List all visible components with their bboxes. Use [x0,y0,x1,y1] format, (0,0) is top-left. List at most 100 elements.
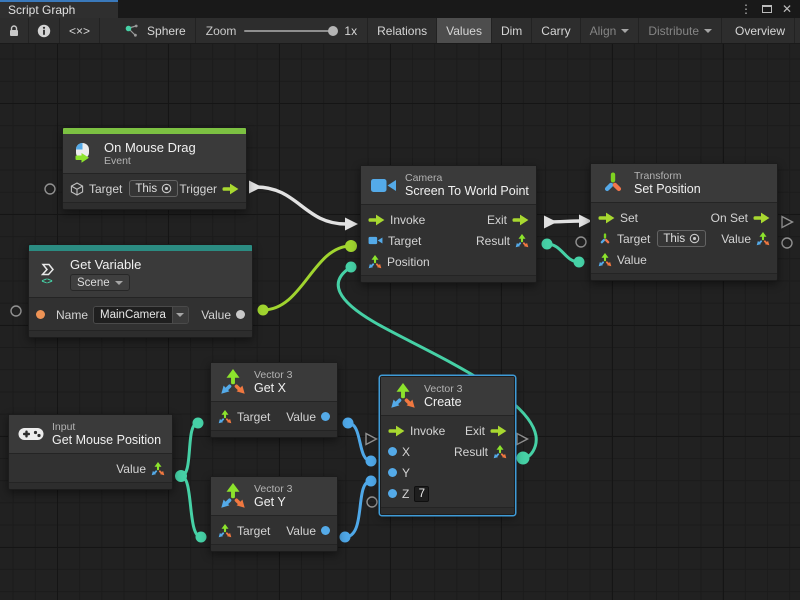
port-value-out-label: Value [721,232,751,246]
port-result-label: Result [454,445,488,459]
node-get-x[interactable]: Vector 3 Get X Target Value [210,362,338,438]
target-this-chip[interactable]: This [657,230,706,247]
graph-name: Sphere [147,24,186,38]
window-menu-icon[interactable]: ⋮ [740,3,752,15]
flow-port-icon[interactable] [490,425,507,437]
vector3-icon [390,383,416,409]
y-port[interactable] [388,468,397,477]
toolbar-button-overview[interactable]: Overview [726,18,795,43]
variable-name-dropdown[interactable]: MainCamera [93,306,189,324]
vector3-port-icon[interactable] [368,255,382,269]
port-target-label: Target [617,232,650,246]
zoom-label: Zoom [206,24,237,38]
z-port[interactable] [388,489,397,498]
tab-script-graph[interactable]: Script Graph [0,0,118,18]
info-button[interactable] [29,18,60,43]
button-label: Align [590,24,617,38]
graph-toolbar: <×> Sphere Zoom 1x Relations Values Dim … [0,18,800,44]
x-port[interactable] [388,447,397,456]
port-name-label: Name [56,308,88,322]
name-port[interactable] [36,310,45,319]
transform-icon [600,170,626,196]
flow-port-icon[interactable] [598,212,615,224]
node-get-mouse-position[interactable]: Input Get Mouse Position Value [8,414,173,490]
transform-port-icon[interactable] [598,232,612,246]
vector3-port-icon[interactable] [218,410,232,424]
vector3-port-icon[interactable] [515,234,529,248]
node-header: Input Get Mouse Position [9,415,172,454]
vector3-icon [220,483,246,509]
zoom-value: 1x [344,24,357,38]
lock-button[interactable] [0,18,29,43]
vector3-port-icon[interactable] [493,445,507,459]
node-title: Get Y [254,495,293,509]
vector3-port-icon[interactable] [756,232,770,246]
value-port[interactable] [236,310,245,319]
node-category: Camera [405,172,529,184]
dropdown-button[interactable] [172,307,188,323]
title-bar: Script Graph ⋮ ✕ [0,0,800,18]
tab-label: Script Graph [8,3,75,17]
port-value-label: Value [286,410,316,424]
chip-label: This [663,233,685,245]
toolbar-button-carry[interactable]: Carry [532,18,580,43]
node-get-variable[interactable]: <> Get Variable Scene Name MainCamera Va… [28,244,253,338]
node-footer [381,507,514,514]
button-label: Relations [377,24,427,38]
zoom-control: Zoom 1x [196,18,368,43]
maximize-icon[interactable] [762,5,772,13]
close-icon[interactable]: ✕ [782,3,792,15]
zoom-slider-knob[interactable] [328,26,338,36]
node-screen-to-world-point[interactable]: Camera Screen To World Point Invoke Exit… [360,165,537,283]
chevron-down-icon [115,281,123,289]
vector3-port-icon[interactable] [598,253,612,267]
variable-icon: <> [38,262,62,286]
toolbar-button-distribute[interactable]: Distribute [639,18,722,43]
port-value-label: Value [201,308,231,322]
port-target-label: Target [89,182,122,196]
port-z-label: Z [402,487,409,501]
z-value-input[interactable]: 7 [414,486,429,502]
lock-icon [8,24,20,38]
node-get-y[interactable]: Vector 3 Get Y Target Value [210,476,338,552]
value-port[interactable] [321,526,330,535]
variable-scope-dropdown[interactable]: Scene [70,274,130,291]
node-on-mouse-drag[interactable]: On Mouse Drag Event Target This Trigger [62,127,247,210]
flow-port-icon[interactable] [512,214,529,226]
value-port[interactable] [321,412,330,421]
node-header: Transform Set Position [591,164,777,203]
mouse-drag-icon [72,142,96,166]
node-category: Input [52,421,161,433]
flow-port-icon[interactable] [753,212,770,224]
flow-port-icon[interactable] [388,425,405,437]
node-footer [9,482,172,489]
target-this-chip[interactable]: This [129,180,178,197]
node-subtitle: Event [104,155,196,167]
node-footer [211,430,337,437]
camera-icon [370,176,397,195]
code-view-button[interactable]: <×> [60,18,100,43]
vector3-port-icon[interactable] [218,524,232,538]
vector3-port-icon[interactable] [151,462,165,476]
button-label: Dim [501,24,522,38]
toolbar-button-relations[interactable]: Relations [368,18,437,43]
zoom-slider[interactable] [244,30,336,32]
toolbar-button-values[interactable]: Values [437,18,492,43]
toolbar-button-fullscreen[interactable]: Full Screen [795,18,800,43]
graph-breadcrumb[interactable]: Sphere [100,18,196,43]
toolbar-button-dim[interactable]: Dim [492,18,532,43]
z-value: 7 [419,488,425,500]
vector3-icon [220,369,246,395]
chip-label: This [135,183,157,195]
toolbar-button-align[interactable]: Align [581,18,640,43]
camera-port-icon[interactable] [368,235,383,246]
node-vector3-create[interactable]: Vector 3 Create Invoke Exit X Result [380,376,515,515]
button-label: Distribute [648,24,699,38]
node-footer [63,202,246,209]
node-set-position[interactable]: Transform Set Position Set On Set Target [590,163,778,281]
flow-port-icon[interactable] [222,183,239,195]
port-value-in-label: Value [617,253,647,267]
flow-port-icon[interactable] [368,214,385,226]
node-footer [29,330,252,337]
self-target-icon [689,233,700,244]
